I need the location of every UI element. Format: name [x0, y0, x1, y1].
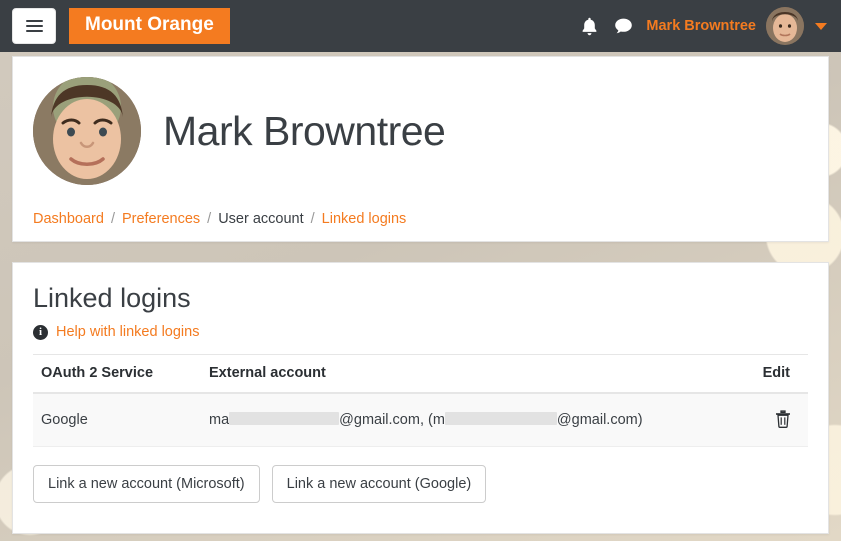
profile-photo-image: [33, 77, 141, 185]
cell-edit-actions: [743, 393, 808, 447]
table-body: Google ma @gmail.com, (m @gmail.com): [33, 393, 808, 447]
breadcrumb-item-preferences[interactable]: Preferences: [122, 211, 200, 227]
notifications-button[interactable]: [572, 9, 606, 43]
breadcrumb-item-linked-logins[interactable]: Linked logins: [322, 211, 407, 227]
help-row: i Help with linked logins: [33, 324, 808, 340]
user-avatar-image: [766, 7, 804, 45]
speech-bubble-icon: [615, 18, 632, 34]
account-prefix: ma: [209, 412, 230, 428]
link-account-buttons: Link a new account (Microsoft) Link a ne…: [33, 465, 808, 503]
table-header: OAuth 2 Service External account Edit: [33, 354, 808, 394]
link-new-account-microsoft-button[interactable]: Link a new account (Microsoft): [33, 465, 260, 503]
cell-service-name: Google: [33, 393, 201, 447]
account-suffix: @gmail.com): [556, 412, 643, 428]
topbar-avatar[interactable]: [766, 7, 804, 45]
section-title: Linked logins: [33, 283, 191, 313]
breadcrumb-item-user-account: User account: [218, 211, 304, 227]
column-header-edit: Edit: [743, 354, 808, 394]
topbar-right-group: Mark Browntree: [572, 7, 827, 45]
link-new-account-google-button[interactable]: Link a new account (Google): [271, 465, 487, 503]
delete-linked-login-button[interactable]: [772, 408, 794, 430]
breadcrumb-item-dashboard[interactable]: Dashboard: [33, 211, 104, 227]
site-brand-link[interactable]: Mount Orange: [69, 7, 230, 45]
info-icon: i: [33, 324, 48, 340]
page-content: Mark Browntree Dashboard / Preferences /…: [0, 56, 841, 534]
messages-button[interactable]: [606, 9, 640, 43]
breadcrumb-separator: /: [207, 211, 212, 227]
cell-external-account: ma @gmail.com, (m @gmail.com): [201, 393, 744, 447]
redacted-account-segment: [229, 412, 340, 425]
profile-avatar[interactable]: [33, 77, 141, 185]
help-with-linked-logins-link[interactable]: Help with linked logins: [56, 324, 199, 340]
table-header-row: OAuth 2 Service External account Edit: [33, 354, 808, 394]
linked-logins-table: OAuth 2 Service External account Edit Go…: [33, 354, 808, 447]
profile-header: Mark Browntree: [33, 77, 808, 185]
topbar-user-menu-caret[interactable]: [815, 22, 827, 30]
topbar-user-name[interactable]: Mark Browntree: [646, 18, 756, 34]
linked-logins-card: Linked logins i Help with linked logins …: [12, 262, 829, 534]
hamburger-menu-button[interactable]: [12, 8, 56, 44]
table-row: Google ma @gmail.com, (m @gmail.com): [33, 393, 808, 447]
profile-card: Mark Browntree Dashboard / Preferences /…: [12, 56, 829, 242]
column-header-oauth-service: OAuth 2 Service: [33, 354, 201, 394]
page-title: Mark Browntree: [163, 107, 446, 154]
trash-icon: [776, 410, 790, 428]
redacted-account-segment: [444, 412, 557, 425]
bell-icon: [582, 17, 597, 35]
breadcrumb: Dashboard / Preferences / User account /…: [33, 211, 808, 227]
breadcrumb-separator: /: [310, 211, 315, 227]
top-navigation-bar: Mount Orange Mark Browntree: [0, 0, 841, 52]
breadcrumb-separator: /: [110, 211, 115, 227]
account-middle: @gmail.com, (m: [339, 412, 445, 428]
hamburger-menu-icon: [25, 17, 43, 35]
column-header-external-account: External account: [201, 354, 744, 394]
